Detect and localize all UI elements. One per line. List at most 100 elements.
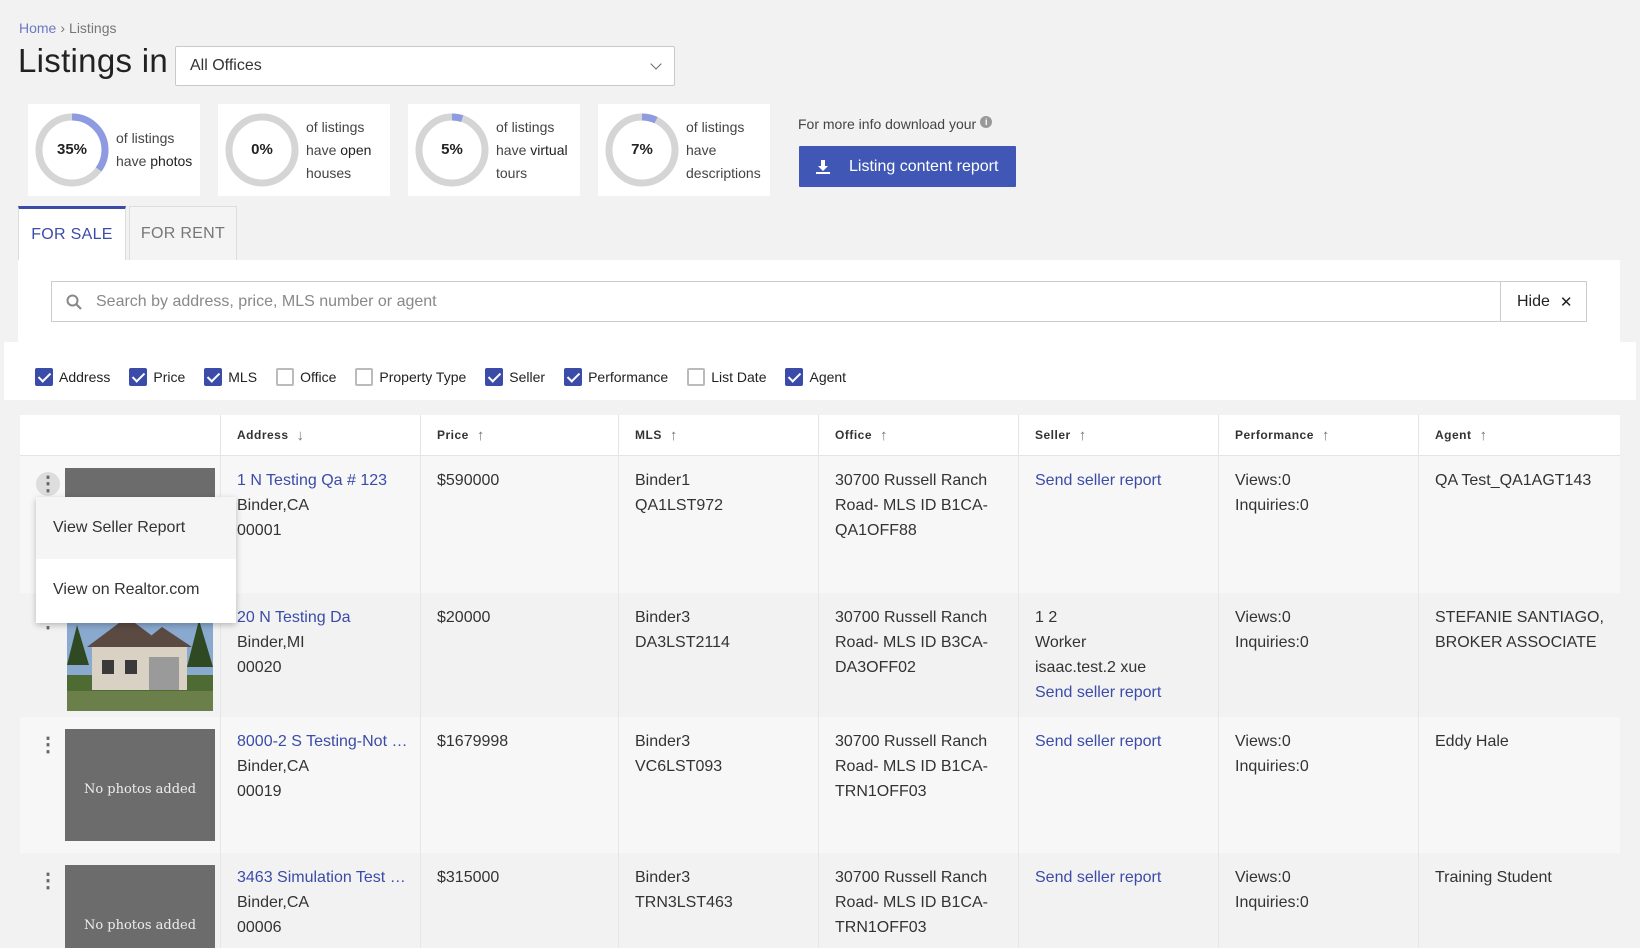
stat-line: of listings [496, 118, 555, 135]
more-options-icon[interactable]: ⋮ [36, 472, 60, 496]
cell-performance: Views:0 Inquiries:0 [1218, 717, 1418, 853]
address-link[interactable]: 1 N Testing Qa # 123 [237, 472, 387, 489]
address-link[interactable]: 8000-2 S Testing-Not … [237, 733, 407, 750]
download-icon [816, 159, 830, 174]
seller-line: Worker [1035, 634, 1087, 651]
tab-for-sale[interactable]: FOR SALE [18, 206, 126, 261]
donut-chart: 35% [34, 112, 110, 188]
stat-description: of listings have descriptions [686, 116, 761, 185]
header-mls[interactable]: MLS ↑ [618, 415, 818, 455]
filter-seller[interactable]: Seller [485, 368, 545, 386]
address-city: Binder,CA [237, 758, 310, 775]
filter-list-date[interactable]: List Date [687, 368, 766, 386]
inquiries-count: Inquiries:0 [1235, 894, 1309, 911]
filter-label: Office [300, 369, 337, 385]
header-actions [20, 415, 220, 455]
header-seller[interactable]: Seller ↑ [1018, 415, 1218, 455]
stat-percent: 5% [441, 141, 463, 158]
search-input[interactable]: Search by address, price, MLS number or … [51, 281, 1501, 322]
checkbox[interactable] [35, 368, 53, 386]
office-select[interactable]: All Offices [175, 46, 675, 86]
stat-description: of listings have virtual tours [496, 116, 568, 185]
price-value: $20000 [437, 609, 491, 626]
address-link[interactable]: 20 N Testing Da [237, 609, 351, 626]
header-address[interactable]: Address ↓ [220, 415, 420, 455]
listing-content-report-button[interactable]: Listing content report [799, 146, 1016, 187]
donut-chart: 7% [604, 112, 680, 188]
address-link[interactable]: 3463 Simulation Test … [237, 869, 406, 886]
hide-button[interactable]: Hide ✕ [1500, 281, 1587, 322]
seller-line: 1 2 [1035, 609, 1058, 626]
cell-price: $315000 [420, 853, 618, 948]
cell-price: $1679998 [420, 717, 618, 853]
stat-line: have open [306, 139, 371, 162]
checkbox[interactable] [687, 368, 706, 386]
tab-for-rent[interactable]: FOR RENT [129, 206, 237, 261]
search-placeholder: Search by address, price, MLS number or … [96, 292, 437, 310]
filter-address[interactable]: Address [35, 368, 110, 386]
office-line: 30700 Russell Ranch [835, 733, 988, 750]
cell-performance: Views:0 Inquiries:0 [1218, 853, 1418, 948]
sort-asc-icon: ↑ [476, 426, 485, 444]
info-icon[interactable]: i [980, 116, 993, 128]
checkbox[interactable] [785, 368, 804, 386]
header-agent[interactable]: Agent ↑ [1418, 415, 1620, 455]
mls-name: Binder3 [635, 869, 691, 886]
menu-item-view-on-realtor[interactable]: View on Realtor.com [36, 559, 236, 621]
table-row: ⋮ No photos added 8000-2 S Testing-Not …… [20, 717, 1620, 853]
office-line: TRN1OFF03 [835, 783, 927, 800]
filter-price[interactable]: Price [129, 368, 185, 386]
filter-label: MLS [228, 369, 258, 385]
more-options-icon[interactable]: ⋮ [36, 869, 60, 893]
filter-label: Price [153, 369, 186, 385]
more-options-icon[interactable]: ⋮ [36, 733, 60, 757]
checkbox[interactable] [204, 368, 223, 386]
checkbox[interactable] [129, 368, 148, 386]
table-row: ⋮ No photos added 3463 Simulation Test …… [20, 853, 1620, 948]
filter-mls[interactable]: MLS [204, 368, 257, 386]
stat-prefix: have [496, 141, 531, 158]
cell-office: 30700 Russell Ranch Road- MLS ID B1CA- T… [818, 853, 1018, 948]
send-seller-report-link[interactable]: Send seller report [1035, 869, 1161, 886]
filter-agent[interactable]: Agent [785, 368, 846, 386]
sort-asc-icon: ↑ [1078, 426, 1087, 444]
address-zip: 00001 [237, 522, 282, 539]
views-count: Views:0 [1235, 609, 1291, 626]
filter-performance[interactable]: Performance [564, 368, 668, 386]
table-row: ⋮ No photos added 1 N Testing Qa # 123 B… [20, 456, 1620, 593]
views-count: Views:0 [1235, 472, 1291, 489]
listing-thumbnail[interactable]: No photos added [65, 729, 215, 841]
checkbox[interactable] [564, 368, 583, 386]
stat-keyword: open [340, 141, 372, 158]
send-seller-report-link[interactable]: Send seller report [1035, 733, 1161, 750]
cell-office: 30700 Russell Ranch Road- MLS ID B1CA- Q… [818, 456, 1018, 593]
office-line: DA3OFF02 [835, 659, 916, 676]
checkbox[interactable] [276, 368, 295, 386]
filter-property-type[interactable]: Property Type [355, 368, 466, 386]
donut-chart: 0% [224, 112, 300, 188]
cell-performance: Views:0 Inquiries:0 [1218, 456, 1418, 593]
send-seller-report-link[interactable]: Send seller report [1035, 684, 1161, 701]
agent-name: Training Student [1435, 869, 1552, 886]
checkbox[interactable] [485, 368, 504, 386]
stat-card-descriptions: 7% of listings have descriptions [598, 104, 770, 196]
header-price[interactable]: Price ↑ [420, 415, 618, 455]
table-header: Address ↓ Price ↑ MLS ↑ Office ↑ Seller ↑ Per… [20, 415, 1620, 456]
header-label: MLS [635, 428, 662, 442]
sort-asc-icon: ↑ [1321, 426, 1330, 444]
breadcrumb-home-link[interactable]: Home [19, 20, 56, 36]
download-info: For more info download your i [798, 116, 993, 132]
stat-prefix: have [116, 153, 151, 169]
header-office[interactable]: Office ↑ [818, 415, 1018, 455]
header-performance[interactable]: Performance ↑ [1218, 415, 1418, 455]
agent-name: Eddy Hale [1435, 733, 1509, 750]
filter-office[interactable]: Office [276, 368, 336, 386]
menu-item-view-seller-report[interactable]: View Seller Report [36, 497, 236, 559]
agent-name: STEFANIE SANTIAGO, [1435, 609, 1604, 626]
stat-percent: 7% [631, 141, 653, 158]
stat-description: of listings have open houses [306, 116, 371, 185]
listing-thumbnail[interactable]: No photos added [65, 865, 215, 948]
filter-label: List Date [711, 369, 767, 385]
send-seller-report-link[interactable]: Send seller report [1035, 472, 1161, 489]
checkbox[interactable] [355, 368, 374, 386]
